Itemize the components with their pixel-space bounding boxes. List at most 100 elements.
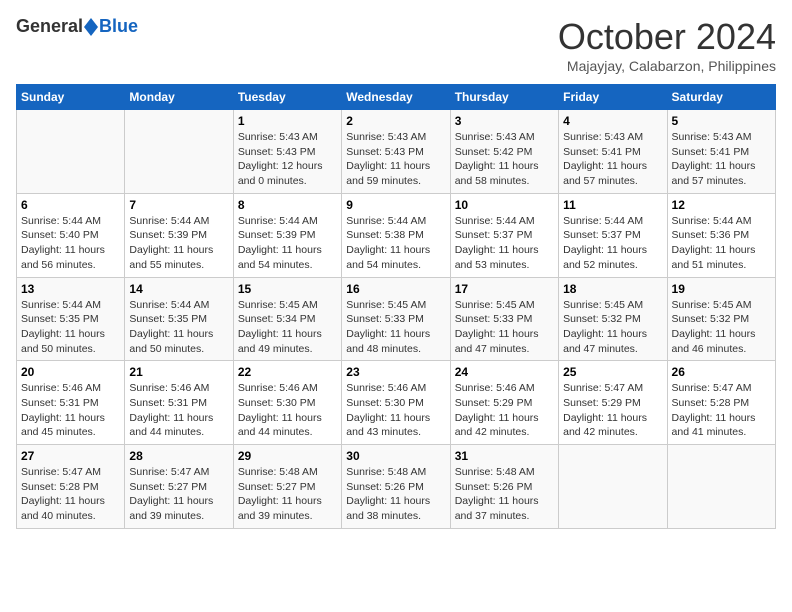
day-info: Sunrise: 5:46 AMSunset: 5:30 PMDaylight:…	[346, 381, 445, 440]
calendar-cell: 28Sunrise: 5:47 AMSunset: 5:27 PMDayligh…	[125, 445, 233, 529]
calendar-cell: 25Sunrise: 5:47 AMSunset: 5:29 PMDayligh…	[559, 361, 667, 445]
calendar-body: 1 Sunrise: 5:43 AMSunset: 5:43 PMDaylight…	[17, 110, 776, 529]
calendar-cell: 8 Sunrise: 5:44 AMSunset: 5:39 PMDaylight…	[233, 193, 341, 277]
calendar-cell: 9 Sunrise: 5:44 AMSunset: 5:38 PMDaylight…	[342, 193, 450, 277]
calendar-header-row: SundayMondayTuesdayWednesdayThursdayFrid…	[17, 85, 776, 110]
day-number: 2	[346, 114, 445, 128]
month-title: October 2024	[558, 16, 776, 58]
day-number: 14	[129, 282, 228, 296]
day-number: 11	[563, 198, 662, 212]
header-day: Monday	[125, 85, 233, 110]
day-number: 30	[346, 449, 445, 463]
day-number: 13	[21, 282, 120, 296]
calendar-cell: 16 Sunrise: 5:45 AMSunset: 5:33 PMDayligh…	[342, 277, 450, 361]
calendar-cell: 29 Sunrise: 5:48 AMSunset: 5:27 PMDayligh…	[233, 445, 341, 529]
day-number: 15	[238, 282, 337, 296]
day-number: 9	[346, 198, 445, 212]
day-info: Sunrise: 5:44 AMSunset: 5:39 PMDaylight:…	[238, 214, 337, 273]
calendar-week-row: 6 Sunrise: 5:44 AMSunset: 5:40 PMDaylight…	[17, 193, 776, 277]
day-info: Sunrise: 5:43 AMSunset: 5:42 PMDaylight:…	[455, 130, 554, 189]
day-number: 7	[129, 198, 228, 212]
calendar-cell: 11 Sunrise: 5:44 AMSunset: 5:37 PMDayligh…	[559, 193, 667, 277]
day-number: 17	[455, 282, 554, 296]
calendar-cell: 22 Sunrise: 5:46 AMSunset: 5:30 PMDayligh…	[233, 361, 341, 445]
day-info: Sunrise: 5:46 AMSunset: 5:31 PMDaylight:…	[21, 381, 120, 440]
day-number: 4	[563, 114, 662, 128]
day-number: 20	[21, 365, 120, 379]
calendar-week-row: 20 Sunrise: 5:46 AMSunset: 5:31 PMDayligh…	[17, 361, 776, 445]
day-number: 25	[563, 365, 662, 379]
day-info: Sunrise: 5:45 AMSunset: 5:33 PMDaylight:…	[455, 298, 554, 357]
day-info: Sunrise: 5:45 AMSunset: 5:34 PMDaylight:…	[238, 298, 337, 357]
calendar-cell: 30 Sunrise: 5:48 AMSunset: 5:26 PMDayligh…	[342, 445, 450, 529]
day-info: Sunrise: 5:44 AMSunset: 5:35 PMDaylight:…	[21, 298, 120, 357]
calendar-week-row: 13 Sunrise: 5:44 AMSunset: 5:35 PMDayligh…	[17, 277, 776, 361]
calendar-cell: 14Sunrise: 5:44 AMSunset: 5:35 PMDayligh…	[125, 277, 233, 361]
calendar-cell: 18Sunrise: 5:45 AMSunset: 5:32 PMDayligh…	[559, 277, 667, 361]
day-info: Sunrise: 5:48 AMSunset: 5:26 PMDaylight:…	[346, 465, 445, 524]
calendar-week-row: 1 Sunrise: 5:43 AMSunset: 5:43 PMDaylight…	[17, 110, 776, 194]
day-info: Sunrise: 5:44 AMSunset: 5:37 PMDaylight:…	[455, 214, 554, 273]
day-number: 19	[672, 282, 771, 296]
day-info: Sunrise: 5:44 AMSunset: 5:40 PMDaylight:…	[21, 214, 120, 273]
calendar-cell: 19Sunrise: 5:45 AMSunset: 5:32 PMDayligh…	[667, 277, 775, 361]
day-number: 28	[129, 449, 228, 463]
calendar-cell: 6 Sunrise: 5:44 AMSunset: 5:40 PMDaylight…	[17, 193, 125, 277]
calendar-cell: 21Sunrise: 5:46 AMSunset: 5:31 PMDayligh…	[125, 361, 233, 445]
day-info: Sunrise: 5:43 AMSunset: 5:43 PMDaylight:…	[346, 130, 445, 189]
header-day: Wednesday	[342, 85, 450, 110]
calendar-cell	[559, 445, 667, 529]
day-number: 12	[672, 198, 771, 212]
calendar-cell: 15 Sunrise: 5:45 AMSunset: 5:34 PMDayligh…	[233, 277, 341, 361]
day-number: 8	[238, 198, 337, 212]
day-number: 26	[672, 365, 771, 379]
day-info: Sunrise: 5:47 AMSunset: 5:28 PMDaylight:…	[21, 465, 120, 524]
calendar-cell: 27Sunrise: 5:47 AMSunset: 5:28 PMDayligh…	[17, 445, 125, 529]
day-number: 1	[238, 114, 337, 128]
header-day: Tuesday	[233, 85, 341, 110]
day-number: 3	[455, 114, 554, 128]
calendar-cell: 2 Sunrise: 5:43 AMSunset: 5:43 PMDaylight…	[342, 110, 450, 194]
header-day: Sunday	[17, 85, 125, 110]
calendar-cell: 3 Sunrise: 5:43 AMSunset: 5:42 PMDaylight…	[450, 110, 558, 194]
day-info: Sunrise: 5:48 AMSunset: 5:27 PMDaylight:…	[238, 465, 337, 524]
day-number: 22	[238, 365, 337, 379]
logo-general: General	[16, 16, 83, 37]
calendar-cell: 12 Sunrise: 5:44 AMSunset: 5:36 PMDayligh…	[667, 193, 775, 277]
day-info: Sunrise: 5:43 AMSunset: 5:41 PMDaylight:…	[672, 130, 771, 189]
calendar-cell: 20 Sunrise: 5:46 AMSunset: 5:31 PMDayligh…	[17, 361, 125, 445]
day-number: 29	[238, 449, 337, 463]
day-info: Sunrise: 5:46 AMSunset: 5:30 PMDaylight:…	[238, 381, 337, 440]
location: Majayjay, Calabarzon, Philippines	[558, 58, 776, 74]
calendar-cell: 23 Sunrise: 5:46 AMSunset: 5:30 PMDayligh…	[342, 361, 450, 445]
day-number: 10	[455, 198, 554, 212]
page-header: General Blue October 2024 Majayjay, Cala…	[16, 16, 776, 74]
day-info: Sunrise: 5:44 AMSunset: 5:36 PMDaylight:…	[672, 214, 771, 273]
day-info: Sunrise: 5:46 AMSunset: 5:29 PMDaylight:…	[455, 381, 554, 440]
calendar-cell: 17 Sunrise: 5:45 AMSunset: 5:33 PMDayligh…	[450, 277, 558, 361]
day-number: 18	[563, 282, 662, 296]
day-number: 31	[455, 449, 554, 463]
day-info: Sunrise: 5:45 AMSunset: 5:33 PMDaylight:…	[346, 298, 445, 357]
calendar-cell: 1Sunrise: 5:43 AMSunset: 5:43 PMDaylight…	[233, 110, 341, 194]
calendar-cell	[125, 110, 233, 194]
day-info: Sunrise: 5:44 AMSunset: 5:39 PMDaylight:…	[129, 214, 228, 273]
day-info: Sunrise: 5:44 AMSunset: 5:38 PMDaylight:…	[346, 214, 445, 273]
calendar-cell: 13 Sunrise: 5:44 AMSunset: 5:35 PMDayligh…	[17, 277, 125, 361]
title-area: October 2024 Majayjay, Calabarzon, Phili…	[558, 16, 776, 74]
day-info: Sunrise: 5:47 AMSunset: 5:28 PMDaylight:…	[672, 381, 771, 440]
header-day: Thursday	[450, 85, 558, 110]
calendar-cell	[667, 445, 775, 529]
logo: General Blue	[16, 16, 138, 37]
day-info: Sunrise: 5:44 AMSunset: 5:37 PMDaylight:…	[563, 214, 662, 273]
calendar-cell	[17, 110, 125, 194]
calendar-cell: 31 Sunrise: 5:48 AMSunset: 5:26 PMDayligh…	[450, 445, 558, 529]
day-number: 23	[346, 365, 445, 379]
calendar-week-row: 27Sunrise: 5:47 AMSunset: 5:28 PMDayligh…	[17, 445, 776, 529]
header-day: Saturday	[667, 85, 775, 110]
day-info: Sunrise: 5:48 AMSunset: 5:26 PMDaylight:…	[455, 465, 554, 524]
day-number: 16	[346, 282, 445, 296]
calendar-cell: 7 Sunrise: 5:44 AMSunset: 5:39 PMDaylight…	[125, 193, 233, 277]
day-number: 6	[21, 198, 120, 212]
calendar-cell: 10 Sunrise: 5:44 AMSunset: 5:37 PMDayligh…	[450, 193, 558, 277]
